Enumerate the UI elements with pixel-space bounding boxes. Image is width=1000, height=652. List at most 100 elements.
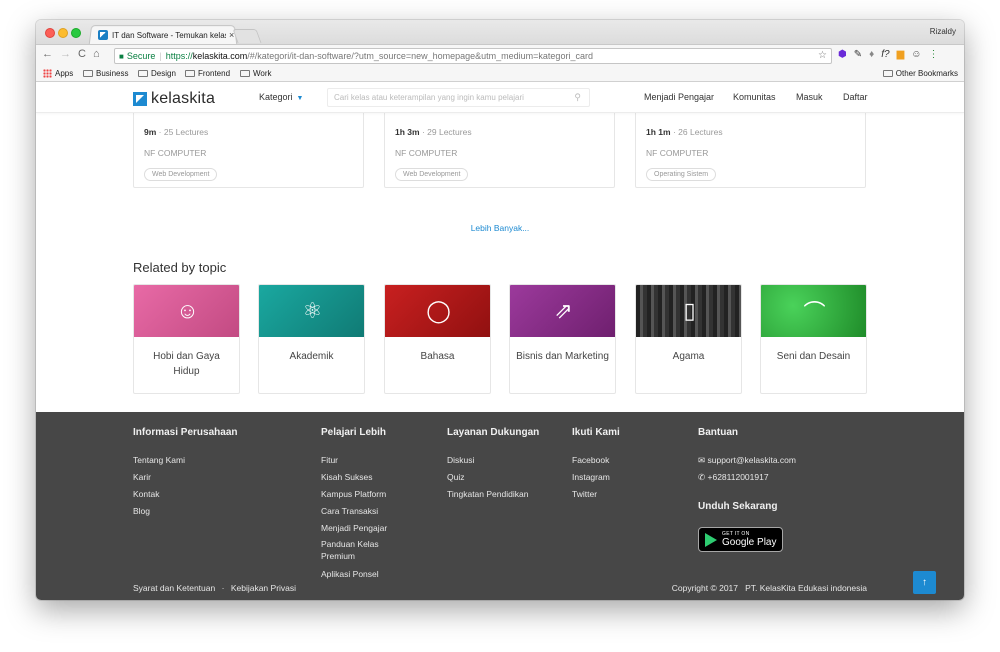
footer-link-pengajar[interactable]: Menjadi Pengajar: [321, 522, 387, 534]
lock-icon: ■: [119, 51, 124, 61]
scroll-to-top-button[interactable]: ↑: [913, 571, 936, 594]
footer-link-transaksi[interactable]: Cara Transaksi: [321, 505, 378, 517]
address-divider: |: [159, 51, 162, 61]
footer-link-panduan[interactable]: Panduan Kelas Premium: [321, 538, 401, 562]
nav-menjadi-pengajar[interactable]: Menjadi Pengajar: [644, 92, 714, 102]
topic-card-agama[interactable]: ▯ Agama: [635, 284, 742, 394]
footer-title-unduh: Unduh Sekarang: [698, 501, 778, 512]
caret-down-icon: ▼: [296, 95, 304, 102]
related-topic-title: Related by topic: [133, 260, 227, 275]
new-tab-button[interactable]: [232, 29, 262, 43]
footer-title-pelajari: Pelajari Lebih: [321, 427, 387, 438]
profile-name[interactable]: Rizaldy: [930, 27, 956, 36]
topic-card-seni[interactable]: ⌒ Seni dan Desain: [760, 284, 867, 394]
growth-chart-icon: ⇗: [510, 285, 615, 337]
lebih-banyak-link[interactable]: Lebih Banyak...: [36, 223, 964, 233]
course-tag[interactable]: Operating Sistem: [646, 168, 717, 181]
bookmark-star-icon[interactable]: ☆: [818, 50, 827, 61]
bookmark-frontend[interactable]: Frontend: [185, 69, 230, 78]
google-play-button[interactable]: GET IT ON Google Play: [698, 527, 783, 552]
footer-link-instagram[interactable]: Instagram: [572, 471, 610, 483]
menu-kebab-icon[interactable]: ⋮: [929, 49, 939, 60]
minimize-window-button[interactable]: [58, 28, 68, 38]
home-icon[interactable]: ⌂: [93, 48, 100, 60]
logo-text: kelaskita: [151, 90, 216, 107]
back-icon[interactable]: ←: [42, 48, 53, 60]
extension-flag-icon[interactable]: ▆: [897, 49, 905, 60]
whatsapp-icon: ✆: [698, 472, 706, 482]
reload-icon[interactable]: C: [78, 48, 86, 60]
site-logo[interactable]: kelaskita: [133, 90, 215, 108]
footer-link-fitur[interactable]: Fitur: [321, 454, 338, 466]
kategori-label: Kategori: [259, 92, 293, 102]
course-author: NF COMPUTER: [395, 148, 458, 158]
address-bar[interactable]: ■ Secure | https:// kelaskita.com /#/kat…: [114, 48, 832, 64]
close-window-button[interactable]: [45, 28, 55, 38]
privacy-link[interactable]: Kebijakan Privasi: [231, 583, 296, 593]
site-header: kelaskita Kategori ▼ Cari kelas atau kete…: [36, 83, 964, 113]
tab-title: IT dan Software - Temukan kelas: [112, 30, 226, 40]
extension-mask-icon[interactable]: ☺: [911, 49, 921, 60]
topic-name: Seni dan Desain: [776, 351, 851, 362]
footer-link-aplikasi[interactable]: Aplikasi Ponsel: [321, 568, 379, 580]
logo-mark-icon: [133, 92, 147, 106]
footer-link-kontak[interactable]: Kontak: [133, 488, 159, 500]
forward-icon[interactable]: →: [60, 48, 71, 60]
bookmark-apps[interactable]: Apps: [43, 69, 73, 78]
search-input[interactable]: Cari kelas atau keterampilan yang ingin …: [327, 88, 590, 107]
vector-pen-icon: ⌒: [761, 285, 866, 337]
bookmark-design[interactable]: Design: [138, 69, 176, 78]
copyright: Copyright © 2017 PT. KelasKita Edukasi i…: [671, 583, 867, 593]
footer-separator: ·: [221, 583, 225, 593]
footer-title-bantuan: Bantuan: [698, 427, 738, 438]
search-placeholder: Cari kelas atau keterampilan yang ingin …: [334, 93, 524, 102]
folder-icon: [138, 70, 148, 77]
topic-name: Bisnis dan Marketing: [516, 351, 609, 362]
tab-active[interactable]: IT dan Software - Temukan kelas ×: [90, 26, 236, 44]
nav-komunitas[interactable]: Komunitas: [733, 92, 776, 102]
footer-link-tentang[interactable]: Tentang Kami: [133, 454, 185, 466]
footer-link-blog[interactable]: Blog: [133, 505, 150, 517]
folder-icon: [240, 70, 250, 77]
bookmark-other[interactable]: Other Bookmarks: [882, 69, 958, 78]
footer-link-kisah[interactable]: Kisah Sukses: [321, 471, 373, 483]
bookmark-label: Work: [253, 69, 272, 78]
terms-link[interactable]: Syarat dan Ketentuan: [133, 583, 215, 593]
topic-card-hobi[interactable]: ☺ Hobi dan Gaya Hidup: [133, 284, 240, 394]
footer-link-twitter[interactable]: Twitter: [572, 488, 597, 500]
bookmark-work[interactable]: Work: [240, 69, 272, 78]
book-icon: ▯: [636, 285, 741, 337]
browser-window: IT dan Software - Temukan kelas × Rizald…: [36, 20, 964, 600]
footer-email[interactable]: ✉ support@kelaskita.com: [698, 454, 796, 466]
course-tag[interactable]: Web Development: [395, 168, 469, 181]
extension-hexagon-icon[interactable]: ⬢: [838, 49, 847, 60]
folder-icon: [83, 70, 93, 77]
footer-link-kampus[interactable]: Kampus Platform: [321, 488, 386, 500]
footer-link-quiz[interactable]: Quiz: [447, 471, 464, 483]
extension-mic-icon[interactable]: ♦: [869, 49, 874, 60]
maximize-window-button[interactable]: [71, 28, 81, 38]
mail-icon: ✉: [698, 455, 706, 465]
topic-name: Akademik: [289, 351, 334, 362]
footer-link-diskusi[interactable]: Diskusi: [447, 454, 474, 466]
footer-link-karir[interactable]: Karir: [133, 471, 151, 483]
topic-card-akademik[interactable]: ⚛ Akademik: [258, 284, 365, 394]
footer-link-tingkatan[interactable]: Tingkatan Pendidikan: [447, 488, 528, 500]
footer-phone[interactable]: ✆ +628112001917: [698, 471, 769, 483]
nav-masuk[interactable]: Masuk: [796, 92, 823, 102]
extension-pin-icon[interactable]: ✎: [854, 49, 862, 60]
footer-link-facebook[interactable]: Facebook: [572, 454, 609, 466]
google-play-icon: [705, 532, 717, 547]
bookmark-label: Frontend: [198, 69, 231, 78]
topic-card-bisnis[interactable]: ⇗ Bisnis dan Marketing: [509, 284, 616, 394]
topic-card-bahasa[interactable]: ◯ Bahasa: [384, 284, 491, 394]
extension-font-icon[interactable]: f?: [881, 49, 889, 60]
secure-label: Secure: [126, 51, 156, 61]
kategori-dropdown[interactable]: Kategori ▼: [259, 92, 303, 102]
bookmark-business[interactable]: Business: [83, 69, 128, 78]
nav-daftar[interactable]: Daftar: [843, 92, 868, 102]
course-tag[interactable]: Web Development: [144, 168, 218, 181]
search-icon[interactable]: ⚲: [574, 92, 581, 103]
tab-bar: IT dan Software - Temukan kelas × Rizald…: [36, 20, 964, 45]
folder-icon: [185, 70, 195, 77]
